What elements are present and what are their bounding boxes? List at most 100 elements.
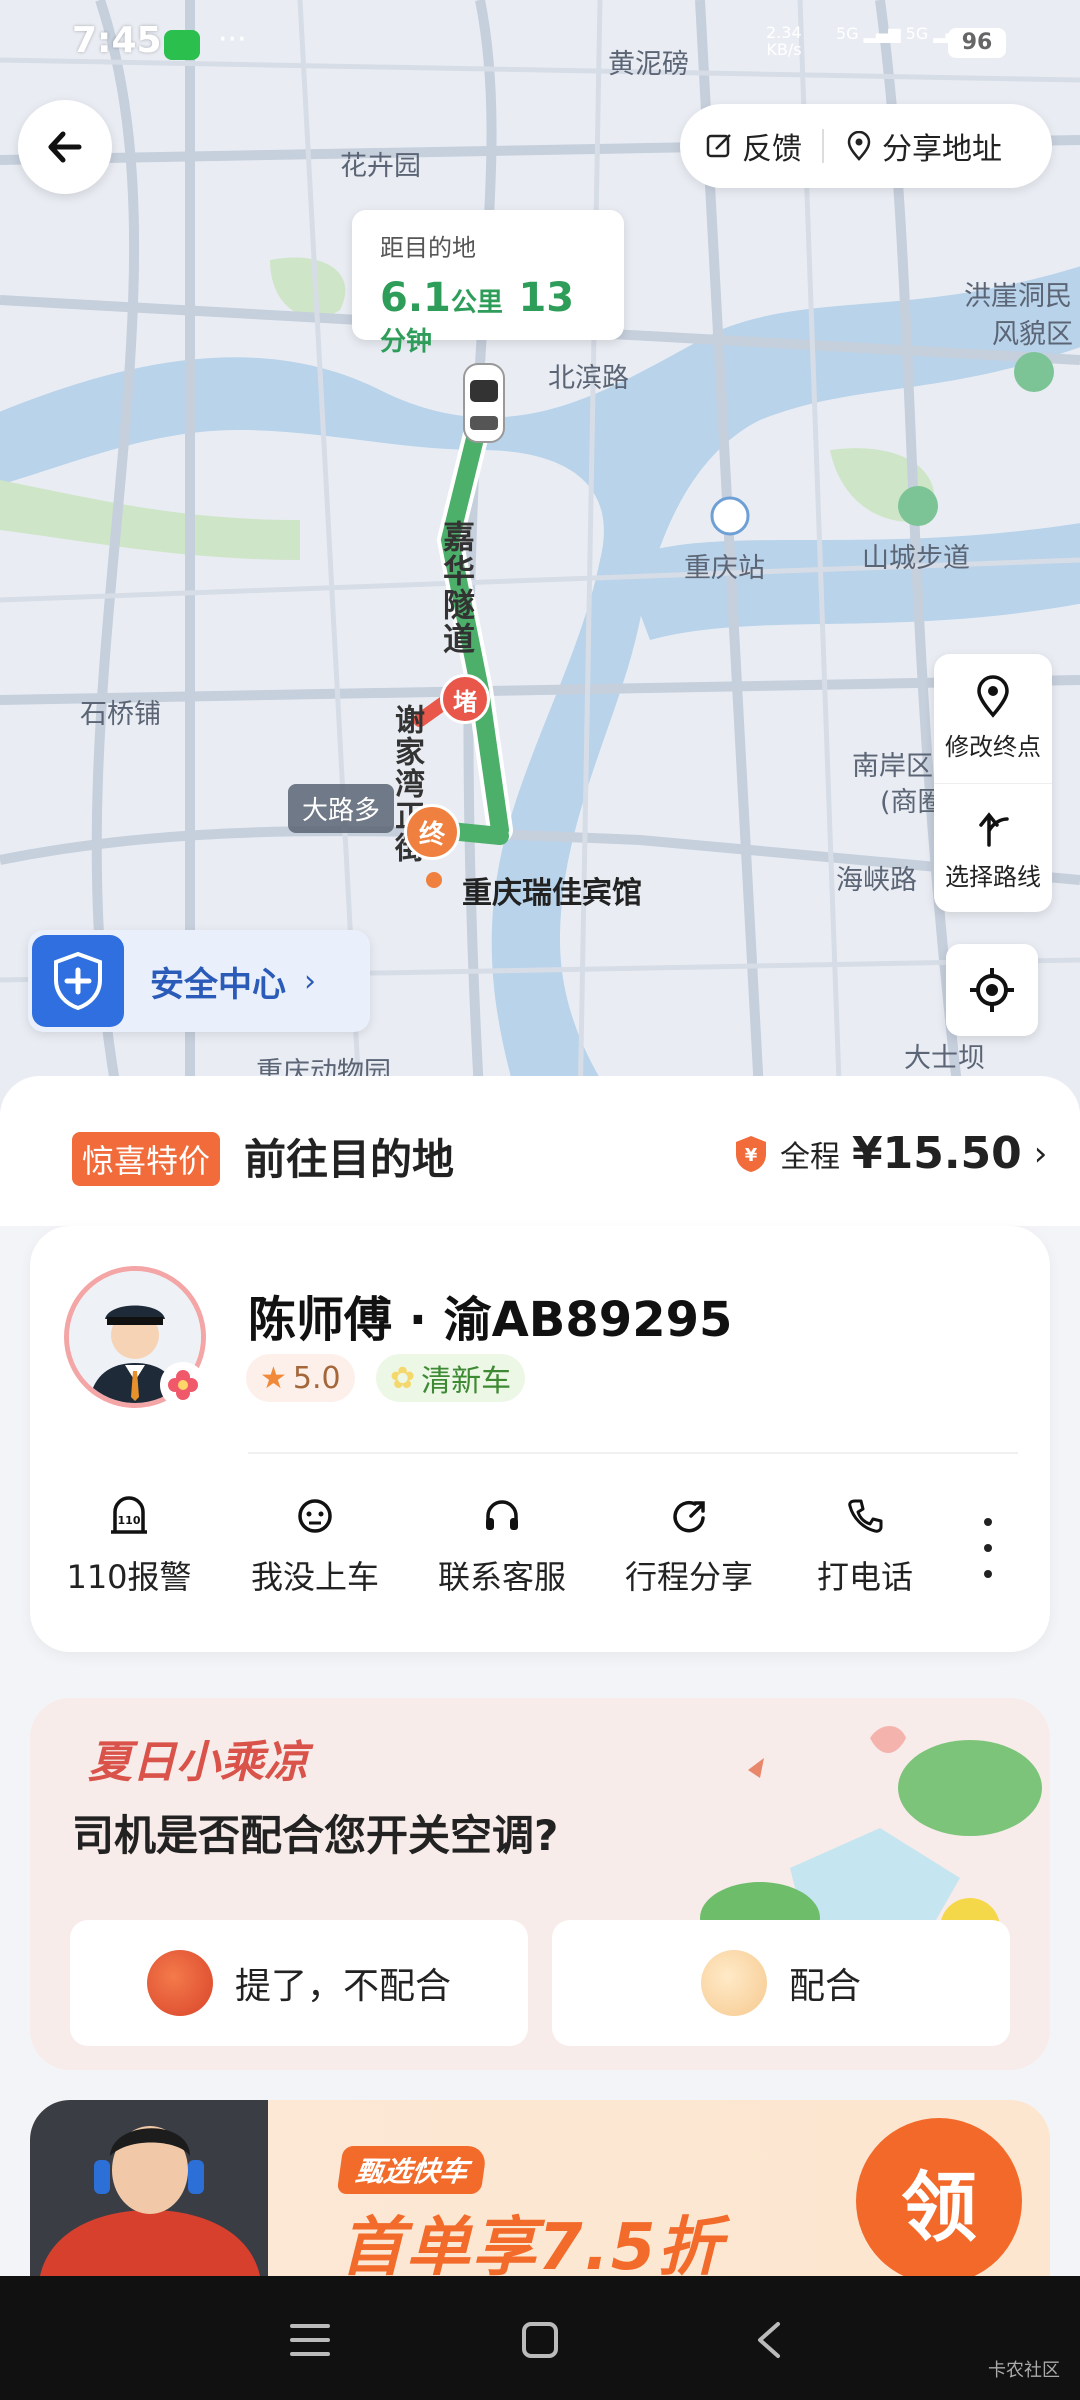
promo-headline: 首单享7.5折: [340, 2211, 724, 2276]
route-fork-icon: [979, 811, 1009, 847]
claim-button[interactable]: 领: [856, 2118, 1022, 2276]
angry-face-icon: [146, 1950, 213, 2016]
back-button[interactable]: [18, 100, 112, 194]
home-nav-button[interactable]: [512, 2312, 568, 2368]
action-label: 联系客服: [437, 1558, 566, 1596]
menu-nav-button[interactable]: [282, 2312, 338, 2368]
trip-share-button[interactable]: 行程分享: [614, 1496, 764, 1598]
celebrity-photo: [30, 2100, 268, 2276]
location-pin-icon: [847, 131, 871, 161]
dot: [984, 1518, 992, 1526]
dot: [984, 1570, 992, 1578]
share-address-button[interactable]: 分享地址: [844, 124, 1002, 168]
more-actions-button[interactable]: [968, 1518, 1008, 1578]
promo-pill: 甄选快车: [336, 2146, 488, 2194]
option-not-cooperative[interactable]: 提了，不配合: [70, 1920, 528, 2046]
eta-number: 13: [518, 275, 575, 321]
safety-center-button[interactable]: 安全中心 ›: [28, 930, 370, 1032]
locate-me-button[interactable]: [946, 944, 1038, 1036]
feedback-label: 反馈: [742, 132, 802, 167]
phone-icon: [848, 1499, 883, 1533]
status-time: 7:45: [72, 20, 162, 61]
eta-unit: 分钟: [380, 327, 433, 357]
action-label: 打电话: [816, 1558, 913, 1596]
not-boarded-button[interactable]: 我没上车: [240, 1496, 390, 1598]
fare-label: 全程: [780, 1139, 840, 1175]
car-tag-label: 清新车: [421, 1364, 512, 1399]
chevron-left-icon: [758, 2322, 780, 2358]
share-icon: [673, 1500, 705, 1533]
modify-destination-label: 修改终点: [945, 733, 1041, 761]
watermark: 卡农社区: [988, 2360, 1060, 2381]
distance-title: 距目的地: [380, 234, 476, 262]
call-driver-button[interactable]: 打电话: [790, 1496, 940, 1598]
crosshair-icon: [970, 968, 1014, 1012]
star-icon: ★: [260, 1360, 287, 1396]
choose-route-button[interactable]: 选择路线: [934, 783, 1052, 912]
police-110-icon: 110: [111, 1496, 147, 1534]
map-side-controls: 修改终点 选择路线: [934, 654, 1052, 912]
option-label: 配合: [788, 1966, 861, 2007]
driver-name-plate: 陈师傅 · 渝AB89295: [248, 1292, 733, 1348]
flower-icon: ✿: [390, 1360, 416, 1396]
promo-banner[interactable]: 甄选快车 首单享7.5折 领: [30, 2100, 1050, 2276]
back-nav-button[interactable]: [742, 2312, 798, 2368]
option-cooperative[interactable]: 配合: [552, 1920, 1010, 2046]
svg-text:110: 110: [118, 1514, 141, 1527]
police-110-button[interactable]: 110 110报警: [54, 1496, 204, 1598]
menu-icon: [290, 2324, 330, 2356]
feedback-button[interactable]: 反馈: [704, 124, 802, 168]
route-road-label: 嘉华隧道: [438, 520, 476, 656]
distance-card: 距目的地 6.1公里 13 分钟: [352, 210, 624, 357]
system-nav-bar: [0, 2276, 1080, 2400]
action-label: 110报警: [66, 1558, 192, 1596]
distance-value: 6.1公里 13 分钟: [380, 275, 596, 358]
content-face-icon: [700, 1950, 767, 2016]
headset-icon: [486, 1500, 518, 1530]
fare-summary[interactable]: ¥ 全程 ¥15.50 ›: [734, 1128, 1047, 1179]
action-label: 行程分享: [624, 1558, 753, 1596]
top-action-bar: 反馈 分享地址: [680, 104, 1052, 188]
map-label: 花卉园: [340, 151, 421, 182]
map-label: 石桥铺: [80, 699, 161, 730]
wechat-icon: [164, 30, 200, 60]
svg-text:¥: ¥: [745, 1145, 758, 1166]
modify-destination-button[interactable]: 修改终点: [934, 654, 1052, 783]
customer-service-button[interactable]: 联系客服: [427, 1496, 577, 1598]
map-label: 洪崖洞民: [964, 281, 1072, 312]
map-label: 南岸区: [852, 751, 933, 782]
location-pin-icon: [977, 675, 1009, 718]
distance-number: 6.1: [380, 275, 451, 321]
yuan-shield-icon: ¥: [736, 1135, 766, 1172]
rating-value: 5.0: [292, 1360, 341, 1396]
traffic-jam-marker: 堵: [440, 674, 490, 724]
face-icon: [298, 1499, 332, 1533]
safety-center-label: 安全中心: [150, 964, 286, 1005]
more-notifications-icon: ···: [218, 22, 247, 57]
driver-card: 陈师傅 · 渝AB89295 ★ 5.0 ✿ 清新车 110 110报警 我没上…: [30, 1226, 1050, 1652]
distance-unit: 公里: [450, 288, 503, 318]
trip-status-title: 前往目的地: [244, 1135, 455, 1184]
fare-price: ¥15.50: [852, 1128, 1022, 1179]
chevron-right-icon: ›: [1033, 1133, 1048, 1174]
map-label: 重庆站: [684, 553, 765, 584]
survey-heading: 夏日小乘凉: [88, 1737, 308, 1788]
promo-badge: 惊喜特价: [72, 1132, 221, 1186]
trip-header: 惊喜特价 前往目的地 ¥ 全程 ¥15.50 ›: [0, 1076, 1080, 1226]
dot: [984, 1544, 992, 1552]
share-address-label: 分享地址: [882, 132, 1002, 167]
map-label: 北滨路: [548, 363, 629, 394]
shield-icon: [32, 935, 124, 1027]
divider: [248, 1452, 1018, 1454]
battery-indicator: 96: [948, 28, 1006, 58]
map-label: 海峡路: [836, 865, 917, 896]
option-label: 提了，不配合: [234, 1966, 451, 2007]
destination-marker: 终: [404, 804, 460, 860]
route-tag[interactable]: 大路多: [288, 784, 395, 833]
arrow-left-icon: [48, 131, 82, 163]
driver-rating: ★ 5.0: [246, 1354, 355, 1402]
home-square-icon: [522, 2322, 558, 2358]
car-tag: ✿ 清新车: [376, 1354, 526, 1402]
network-speed: 2.34 KB/s: [766, 23, 802, 59]
flower-badge-icon: [160, 1362, 206, 1408]
